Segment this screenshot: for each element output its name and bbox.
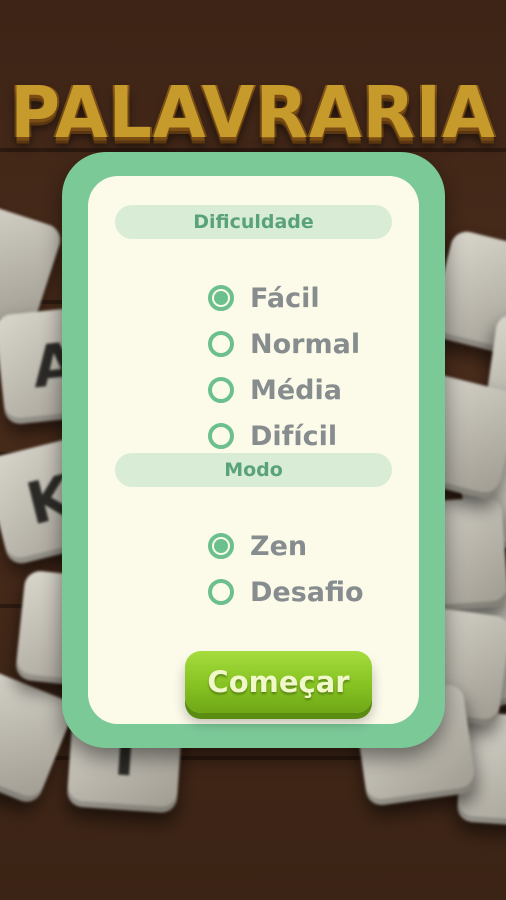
mode-option-label: Desafio	[250, 576, 364, 608]
difficulty-option-label: Difícil	[250, 420, 338, 452]
radio-selected-icon[interactable]	[208, 285, 234, 311]
radio-selected-icon[interactable]	[208, 533, 234, 559]
radio-unselected-icon[interactable]	[208, 331, 234, 357]
difficulty-option-label: Normal	[250, 328, 361, 360]
radio-unselected-icon[interactable]	[208, 579, 234, 605]
difficulty-option-dificil[interactable]: Difícil	[208, 416, 337, 456]
mode-header: Modo	[115, 453, 392, 487]
difficulty-option-label: Média	[250, 374, 342, 406]
settings-panel-inner: Dificuldade Fácil Normal Média Difícil M…	[88, 176, 419, 724]
difficulty-option-facil[interactable]: Fácil	[208, 278, 320, 318]
mode-option-zen[interactable]: Zen	[208, 526, 307, 566]
difficulty-header: Dificuldade	[115, 205, 392, 239]
difficulty-option-media[interactable]: Média	[208, 370, 342, 410]
difficulty-option-label: Fácil	[250, 282, 320, 314]
radio-unselected-icon[interactable]	[208, 377, 234, 403]
game-title-logo: PALAVRARIA	[10, 72, 496, 155]
difficulty-option-normal[interactable]: Normal	[208, 324, 360, 364]
mode-option-desafio[interactable]: Desafio	[208, 572, 364, 612]
settings-panel: Dificuldade Fácil Normal Média Difícil M…	[62, 152, 445, 748]
radio-unselected-icon[interactable]	[208, 423, 234, 449]
start-button[interactable]: Começar	[185, 651, 372, 713]
mode-option-label: Zen	[250, 530, 308, 562]
